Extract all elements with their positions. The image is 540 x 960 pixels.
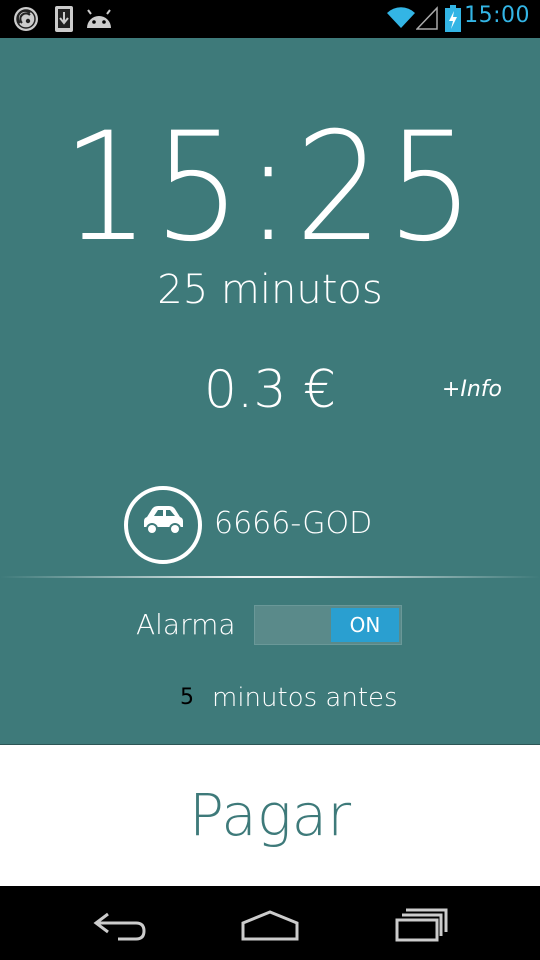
pay-button[interactable]: Pagar xyxy=(0,744,540,886)
vehicle-button[interactable] xyxy=(124,486,202,564)
home-icon[interactable] xyxy=(240,910,300,946)
pay-button-label: Pagar xyxy=(188,781,352,849)
plate-text: 6666-GOD xyxy=(214,506,373,541)
status-bar: 15:00 xyxy=(0,0,540,38)
alarm-minutes-value[interactable]: 5 xyxy=(180,684,194,712)
alarm-toggle-state: ON xyxy=(331,608,399,642)
battery-charging-icon xyxy=(444,5,462,37)
back-icon[interactable] xyxy=(92,910,148,946)
recents-icon[interactable] xyxy=(394,908,450,946)
signal-icon xyxy=(415,6,438,34)
nav-bar xyxy=(0,886,540,960)
divider xyxy=(0,576,540,578)
wifi-icon xyxy=(386,6,416,34)
duration-text: 25 minutos xyxy=(157,267,383,313)
status-time: 15:00 xyxy=(464,3,530,28)
android-icon xyxy=(84,8,114,34)
info-link[interactable]: +Info xyxy=(442,376,502,404)
download-icon xyxy=(54,5,74,37)
alarm-label: Alarma xyxy=(136,608,236,641)
alarm-toggle[interactable]: ON xyxy=(254,605,402,645)
wireless-tether-icon xyxy=(12,5,40,37)
alarm-minutes-label: minutos antes xyxy=(212,683,398,713)
end-time: 15:25 xyxy=(61,101,479,275)
parking-panel: 15:25 25 minutos 0.3 € +Info 6666-GOD Al… xyxy=(0,38,540,744)
car-icon xyxy=(144,506,183,535)
